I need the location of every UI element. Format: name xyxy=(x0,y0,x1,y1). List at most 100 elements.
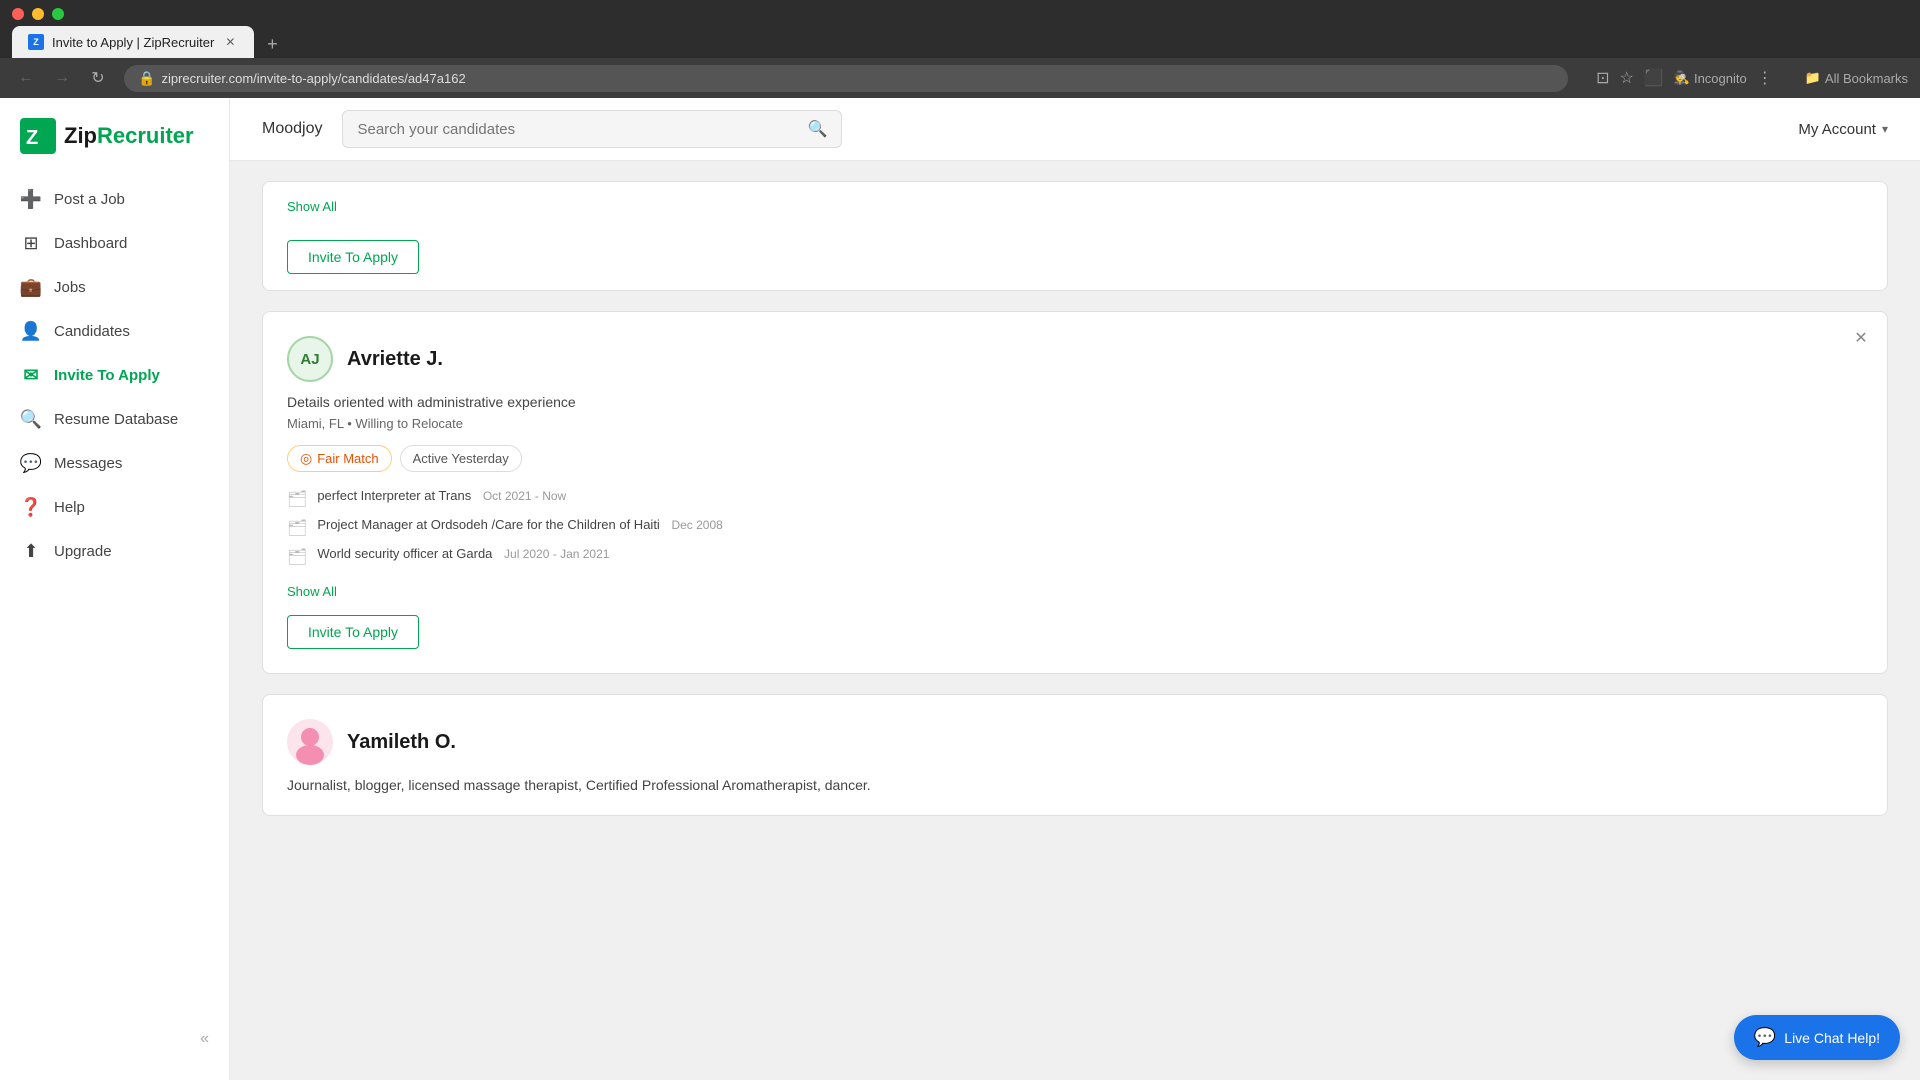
cast-icon[interactable]: ⊡ xyxy=(1596,68,1609,88)
candidates-icon: 👤 xyxy=(20,320,42,342)
resume-database-icon: 🔍 xyxy=(20,408,42,430)
search-icon: 🔍 xyxy=(808,119,828,139)
bookmark-icon[interactable]: ☆ xyxy=(1620,68,1634,88)
exp-item-2: 🗂 Project Manager at Ordsodeh /Care for … xyxy=(287,517,1863,538)
my-account-chevron: ▾ xyxy=(1882,122,1888,136)
sidebar-item-label-jobs: Jobs xyxy=(54,279,86,296)
sidebar-item-label-messages: Messages xyxy=(54,455,122,472)
candidate-tags-avriette: ◎ Fair Match Active Yesterday xyxy=(287,445,1863,472)
window-maximize-btn[interactable] xyxy=(52,8,64,20)
forward-btn[interactable]: → xyxy=(48,64,76,92)
partial-card: Show All Invite To Apply xyxy=(262,181,1888,291)
messages-icon: 💬 xyxy=(20,452,42,474)
sidebar: Z ZipRecruiter ➕ Post a Job ⊞ Dashboard … xyxy=(0,98,230,1080)
search-box[interactable]: 🔍 xyxy=(342,110,842,148)
tag-active-yesterday-label: Active Yesterday xyxy=(413,451,509,466)
browser-chrome: Z Invite to Apply | ZipRecruiter ✕ + xyxy=(0,0,1920,58)
candidate-tagline-yamileth: Journalist, blogger, licensed massage th… xyxy=(287,777,1863,793)
exp-icon-3: 🗂 xyxy=(287,547,307,567)
sidebar-item-label-invite-to-apply: Invite To Apply xyxy=(54,367,160,384)
invite-btn-avriette[interactable]: Invite To Apply xyxy=(287,615,419,649)
sidebar-item-upgrade[interactable]: ⬆ Upgrade xyxy=(0,530,229,572)
ziprecruiter-logo-icon: Z xyxy=(20,118,56,154)
card-header-avriette: AJ Avriette J. xyxy=(287,336,1863,382)
my-account-btn[interactable]: My Account ▾ xyxy=(1798,121,1888,138)
bookmarks-area: 📁 All Bookmarks xyxy=(1805,70,1908,86)
candidate-name-yamileth: Yamileth O. xyxy=(347,731,456,754)
invite-to-apply-icon: ✉ xyxy=(20,364,42,386)
tab-favicon: Z xyxy=(28,34,44,50)
chat-icon: 💬 xyxy=(1754,1027,1776,1048)
candidate-location-avriette: Miami, FL • Willing to Relocate xyxy=(287,416,1863,431)
app-container: Z ZipRecruiter ➕ Post a Job ⊞ Dashboard … xyxy=(0,98,1920,1080)
avatar-yamileth xyxy=(287,719,333,765)
dashboard-icon: ⊞ xyxy=(20,232,42,254)
sidebar-item-dashboard[interactable]: ⊞ Dashboard xyxy=(0,222,229,264)
address-bar-row: ← → ↻ 🔒 ziprecruiter.com/invite-to-apply… xyxy=(0,58,1920,98)
job-selector[interactable]: Moodjoy xyxy=(262,120,322,138)
sidebar-item-help[interactable]: ❓ Help xyxy=(0,486,229,528)
tab-bar: Z Invite to Apply | ZipRecruiter ✕ + xyxy=(12,26,1908,58)
sidebar-item-label-upgrade: Upgrade xyxy=(54,543,112,560)
sidebar-item-label-dashboard: Dashboard xyxy=(54,235,127,252)
exp-date-3: Jul 2020 - Jan 2021 xyxy=(504,547,609,561)
help-icon: ❓ xyxy=(20,496,42,518)
sidebar-item-label-candidates: Candidates xyxy=(54,323,130,340)
exp-text-2: Project Manager at Ordsodeh /Care for th… xyxy=(317,517,1863,532)
tag-fair-match-label: Fair Match xyxy=(317,451,378,466)
my-account-label: My Account xyxy=(1798,121,1876,138)
sidebar-item-resume-database[interactable]: 🔍 Resume Database xyxy=(0,398,229,440)
partial-show-all-link[interactable]: Show All xyxy=(287,199,337,214)
card-close-btn-avriette[interactable]: ✕ xyxy=(1849,326,1873,350)
avatar-avriette: AJ xyxy=(287,336,333,382)
show-all-link-avriette[interactable]: Show All xyxy=(287,584,337,599)
svg-text:Z: Z xyxy=(26,127,38,149)
window-minimize-btn[interactable] xyxy=(32,8,44,20)
exp-text-1: perfect Interpreter at Trans Oct 2021 - … xyxy=(317,488,1863,503)
back-btn[interactable]: ← xyxy=(12,64,40,92)
browser-toolbar-icons: ⊡ ☆ ⬛ 🕵 Incognito ⋮ xyxy=(1596,68,1773,88)
main-content: Moodjoy 🔍 My Account ▾ Show All Invite T… xyxy=(230,98,1920,1080)
extension-icon[interactable]: ⬛ xyxy=(1644,68,1664,88)
tag-active-yesterday: Active Yesterday xyxy=(400,445,522,472)
sidebar-item-invite-to-apply[interactable]: ✉ Invite To Apply xyxy=(0,354,229,396)
sidebar-item-label-post-job: Post a Job xyxy=(54,191,125,208)
card-header-yamileth: Yamileth O. xyxy=(287,719,1863,765)
window-close-btn[interactable] xyxy=(12,8,24,20)
partial-invite-btn[interactable]: Invite To Apply xyxy=(287,240,419,274)
nav-buttons: ← → ↻ xyxy=(12,64,112,92)
exp-text-3: World security officer at Garda Jul 2020… xyxy=(317,546,1863,561)
logo-area: Z ZipRecruiter xyxy=(0,118,229,178)
nav-items: ➕ Post a Job ⊞ Dashboard 💼 Jobs 👤 Candid… xyxy=(0,178,229,572)
menu-icon[interactable]: ⋮ xyxy=(1757,68,1773,88)
sidebar-item-label-resume-database: Resume Database xyxy=(54,411,178,428)
fair-match-icon: ◎ xyxy=(300,450,312,467)
content-scroll: Show All Invite To Apply ✕ AJ Avriette J… xyxy=(262,161,1888,816)
live-chat-btn[interactable]: 💬 Live Chat Help! xyxy=(1734,1015,1900,1060)
address-bar[interactable]: 🔒 ziprecruiter.com/invite-to-apply/candi… xyxy=(124,65,1568,92)
sidebar-item-messages[interactable]: 💬 Messages xyxy=(0,442,229,484)
sidebar-item-post-job[interactable]: ➕ Post a Job xyxy=(0,178,229,220)
exp-date-1: Oct 2021 - Now xyxy=(483,489,566,503)
post-job-icon: ➕ xyxy=(20,188,42,210)
url-text: ziprecruiter.com/invite-to-apply/candida… xyxy=(161,71,465,86)
exp-icon-2: 🗂 xyxy=(287,518,307,538)
candidate-name-avriette: Avriette J. xyxy=(347,348,443,371)
active-tab[interactable]: Z Invite to Apply | ZipRecruiter ✕ xyxy=(12,26,254,58)
tab-close-btn[interactable]: ✕ xyxy=(222,34,238,50)
experience-list-avriette: 🗂 perfect Interpreter at Trans Oct 2021 … xyxy=(287,488,1863,567)
live-chat-label: Live Chat Help! xyxy=(1784,1030,1880,1046)
sidebar-item-jobs[interactable]: 💼 Jobs xyxy=(0,266,229,308)
upgrade-icon: ⬆ xyxy=(20,540,42,562)
tag-fair-match: ◎ Fair Match xyxy=(287,445,392,472)
candidate-tagline-avriette: Details oriented with administrative exp… xyxy=(287,394,1863,410)
search-input[interactable] xyxy=(357,121,799,138)
new-tab-btn[interactable]: + xyxy=(258,30,286,58)
sidebar-collapse-btn[interactable]: « xyxy=(0,1018,229,1060)
tab-title: Invite to Apply | ZipRecruiter xyxy=(52,35,214,50)
exp-icon-1: 🗂 xyxy=(287,489,307,509)
reload-btn[interactable]: ↻ xyxy=(84,64,112,92)
sidebar-item-candidates[interactable]: 👤 Candidates xyxy=(0,310,229,352)
top-bar: Moodjoy 🔍 My Account ▾ xyxy=(230,98,1920,161)
content-area: Show All Invite To Apply ✕ AJ Avriette J… xyxy=(230,161,1920,1080)
